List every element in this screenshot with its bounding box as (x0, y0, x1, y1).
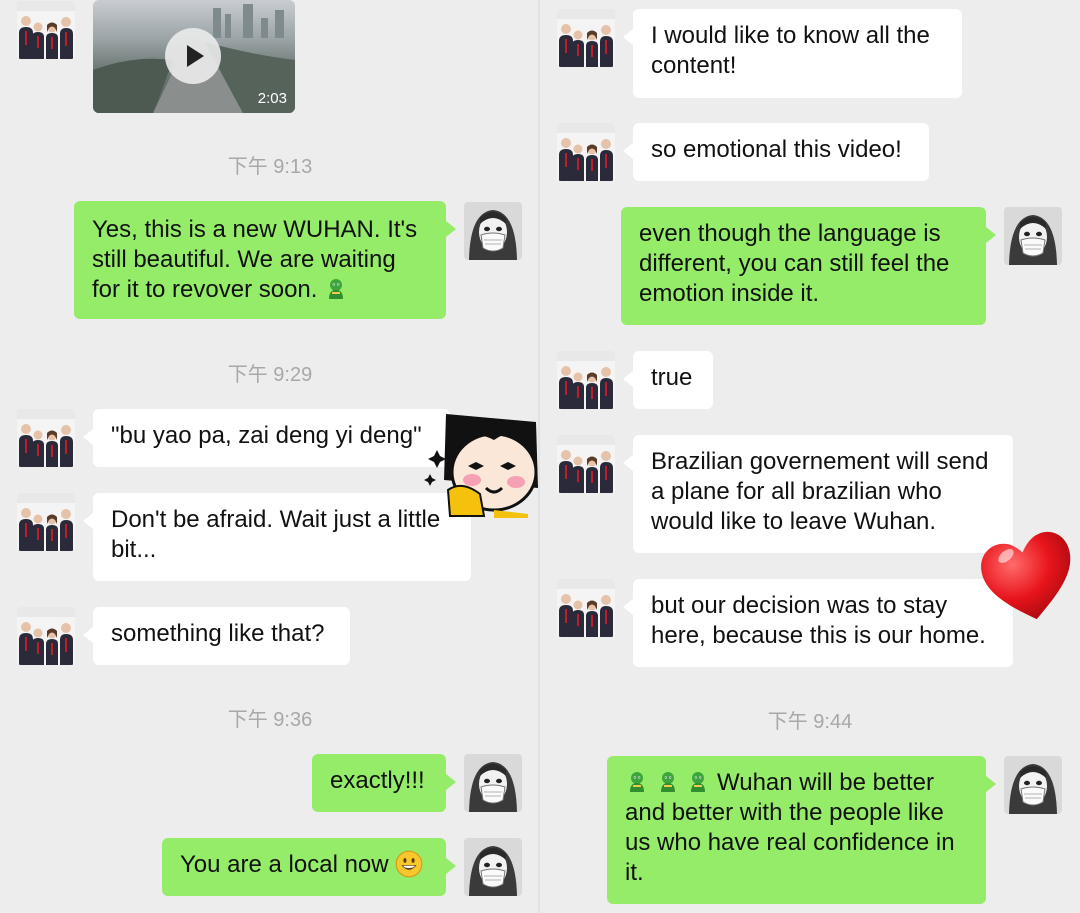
message-text: so emotional this video! (651, 136, 902, 163)
chat-panel-right: I would like to know all the content! so… (540, 0, 1080, 913)
girl-sticker (424, 414, 538, 518)
my-avatar[interactable] (1004, 756, 1062, 814)
contact-avatar[interactable] (557, 351, 615, 409)
message-bubble-incoming[interactable]: "bu yao pa, zai deng yi deng" (83, 409, 450, 467)
message-bubble-outgoing[interactable]: Wuhan will be better and better with the… (607, 756, 996, 904)
my-avatar[interactable] (464, 838, 522, 896)
message-text: Don't be afraid. Wait just a little bit.… (111, 506, 441, 563)
message-text: but our decision was to stay here, becau… (651, 592, 986, 649)
contact-avatar[interactable] (557, 579, 615, 637)
message-text: something like that? (111, 620, 325, 647)
green-doll-emoji (625, 770, 649, 794)
contact-avatar[interactable] (557, 123, 615, 181)
contact-avatar[interactable] (17, 1, 75, 59)
message-bubble-incoming[interactable]: true (623, 351, 713, 409)
heart-icon (981, 531, 1071, 620)
contact-avatar[interactable] (17, 493, 75, 551)
message-text: Brazilian governement will send a plane … (651, 448, 989, 535)
message-bubble-incoming[interactable]: so emotional this video! (623, 123, 929, 181)
message-text: Yes, this is a new WUHAN. It's still bea… (92, 216, 418, 303)
message-bubble-incoming[interactable]: Don't be afraid. Wait just a little bit.… (83, 493, 471, 581)
message-text: true (651, 364, 693, 391)
message-bubble-incoming[interactable]: Brazilian governement will send a plane … (623, 435, 1013, 553)
timestamp: 下午 9:13 (227, 156, 313, 178)
timestamp: 下午 9:29 (227, 364, 313, 386)
my-avatar[interactable] (1004, 207, 1062, 265)
chat-panel-left: 2:03 下午 9:13 Yes, this is a new WUHAN. I… (0, 0, 540, 913)
video-duration: 2:03 (257, 90, 287, 107)
contact-avatar[interactable] (557, 435, 615, 493)
message-text: I would like to know all the content! (651, 22, 930, 79)
my-avatar[interactable] (464, 202, 522, 260)
contact-avatar[interactable] (557, 9, 615, 67)
message-bubble-incoming[interactable]: but our decision was to stay here, becau… (623, 579, 1013, 667)
video-message[interactable]: 2:03 (93, 0, 295, 113)
message-text: You are a local now (180, 851, 389, 878)
message-bubble-incoming[interactable]: I would like to know all the content! (623, 9, 962, 98)
message-bubble-outgoing[interactable]: Yes, this is a new WUHAN. It's still bea… (74, 201, 456, 319)
play-icon[interactable] (165, 28, 221, 84)
message-bubble-outgoing[interactable]: even though the language is different, y… (621, 207, 996, 325)
message-text: even though the language is different, y… (639, 220, 950, 307)
message-bubble-outgoing[interactable]: exactly!!! (312, 754, 456, 812)
message-bubble-outgoing[interactable]: You are a local now (162, 838, 456, 896)
timestamp: 下午 9:44 (767, 711, 853, 733)
grinning-face-emoji (395, 850, 423, 878)
message-bubble-incoming[interactable]: something like that? (83, 607, 350, 665)
contact-avatar[interactable] (17, 607, 75, 665)
message-text: exactly!!! (330, 767, 425, 794)
message-text: "bu yao pa, zai deng yi deng" (111, 422, 422, 449)
timestamp: 下午 9:36 (227, 709, 313, 731)
green-doll-emoji (656, 770, 680, 794)
green-doll-emoji (324, 277, 348, 301)
green-doll-emoji (686, 770, 710, 794)
contact-avatar[interactable] (17, 409, 75, 467)
my-avatar[interactable] (464, 754, 522, 812)
